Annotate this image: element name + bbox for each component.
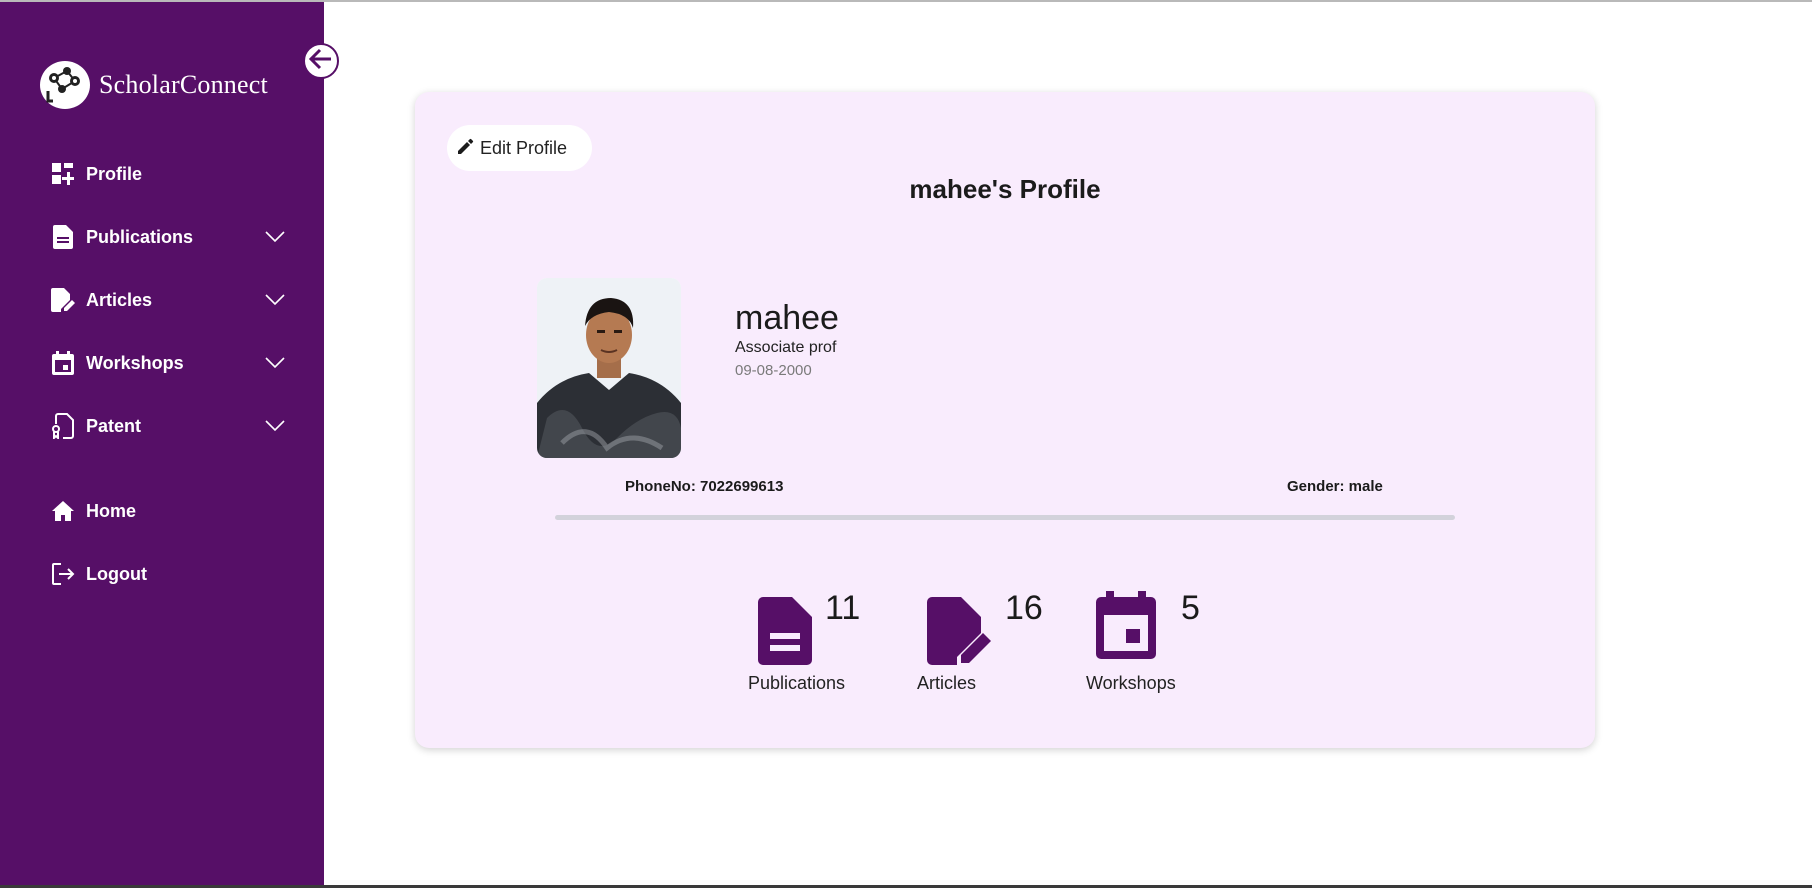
sidebar-item-profile[interactable]: Profile bbox=[50, 156, 286, 192]
sidebar-item-workshops[interactable]: Workshops bbox=[50, 345, 286, 381]
sidebar: ScholarConnect Profile Publications Arti… bbox=[0, 2, 324, 885]
profile-card: Edit Profile mahee's Profile mahee Assoc… bbox=[415, 92, 1595, 748]
page-title: mahee's Profile bbox=[909, 174, 1101, 204]
chevron-down-icon[interactable] bbox=[264, 415, 286, 437]
sidebar-item-label: Profile bbox=[86, 163, 143, 184]
sidebar-item-label: Articles bbox=[86, 289, 153, 310]
profile-name: mahee bbox=[735, 299, 839, 337]
patent-icon bbox=[50, 413, 76, 439]
sidebar-item-home[interactable]: Home bbox=[50, 493, 286, 529]
divider bbox=[555, 515, 1455, 520]
sidebar-item-publications[interactable]: Publications bbox=[50, 219, 286, 255]
sidebar-item-label: Home bbox=[86, 500, 137, 521]
stat-count: 11 bbox=[825, 589, 861, 627]
document-icon bbox=[50, 224, 76, 250]
calendar-icon bbox=[1096, 591, 1156, 664]
profile-photo bbox=[537, 278, 681, 458]
home-icon bbox=[50, 498, 76, 524]
stat-count: 16 bbox=[1005, 589, 1043, 627]
stat-count: 5 bbox=[1181, 589, 1200, 627]
edit-profile-button[interactable]: Edit Profile bbox=[447, 125, 592, 171]
sidebar-item-label: Workshops bbox=[86, 352, 184, 373]
arrow-left-icon bbox=[307, 45, 335, 78]
brand-logo-icon bbox=[40, 61, 90, 109]
collapse-sidebar-button[interactable] bbox=[303, 43, 339, 79]
edit-profile-label: Edit Profile bbox=[480, 137, 568, 158]
profile-role: Associate prof bbox=[735, 339, 837, 356]
sidebar-item-logout[interactable]: Logout bbox=[50, 556, 286, 592]
pencil-icon bbox=[458, 138, 474, 159]
profile-phone: PhoneNo: 7022699613 bbox=[625, 478, 784, 495]
chevron-down-icon[interactable] bbox=[264, 289, 286, 311]
stat-label: Publications bbox=[748, 673, 846, 693]
stat-label: Workshops bbox=[1086, 673, 1176, 693]
profile-gender: Gender: male bbox=[1287, 478, 1383, 495]
profile-dob: 09-08-2000 bbox=[735, 362, 812, 379]
logout-icon bbox=[50, 561, 76, 587]
stat-label: Articles bbox=[917, 673, 977, 693]
chevron-down-icon[interactable] bbox=[264, 226, 286, 248]
brand-name: ScholarConnect bbox=[99, 70, 268, 99]
sidebar-item-label: Patent bbox=[86, 415, 142, 436]
document-icon bbox=[758, 597, 812, 670]
sidebar-item-label: Logout bbox=[86, 563, 147, 584]
chevron-down-icon[interactable] bbox=[264, 352, 286, 374]
calendar-icon bbox=[50, 350, 76, 376]
brand[interactable]: ScholarConnect bbox=[40, 61, 268, 109]
sidebar-item-articles[interactable]: Articles bbox=[50, 282, 286, 318]
sidebar-item-patent[interactable]: Patent bbox=[50, 408, 286, 444]
dashboard-icon bbox=[50, 161, 76, 187]
edit-document-icon bbox=[927, 597, 993, 670]
edit-document-icon bbox=[50, 287, 76, 313]
sidebar-item-label: Publications bbox=[86, 226, 194, 247]
